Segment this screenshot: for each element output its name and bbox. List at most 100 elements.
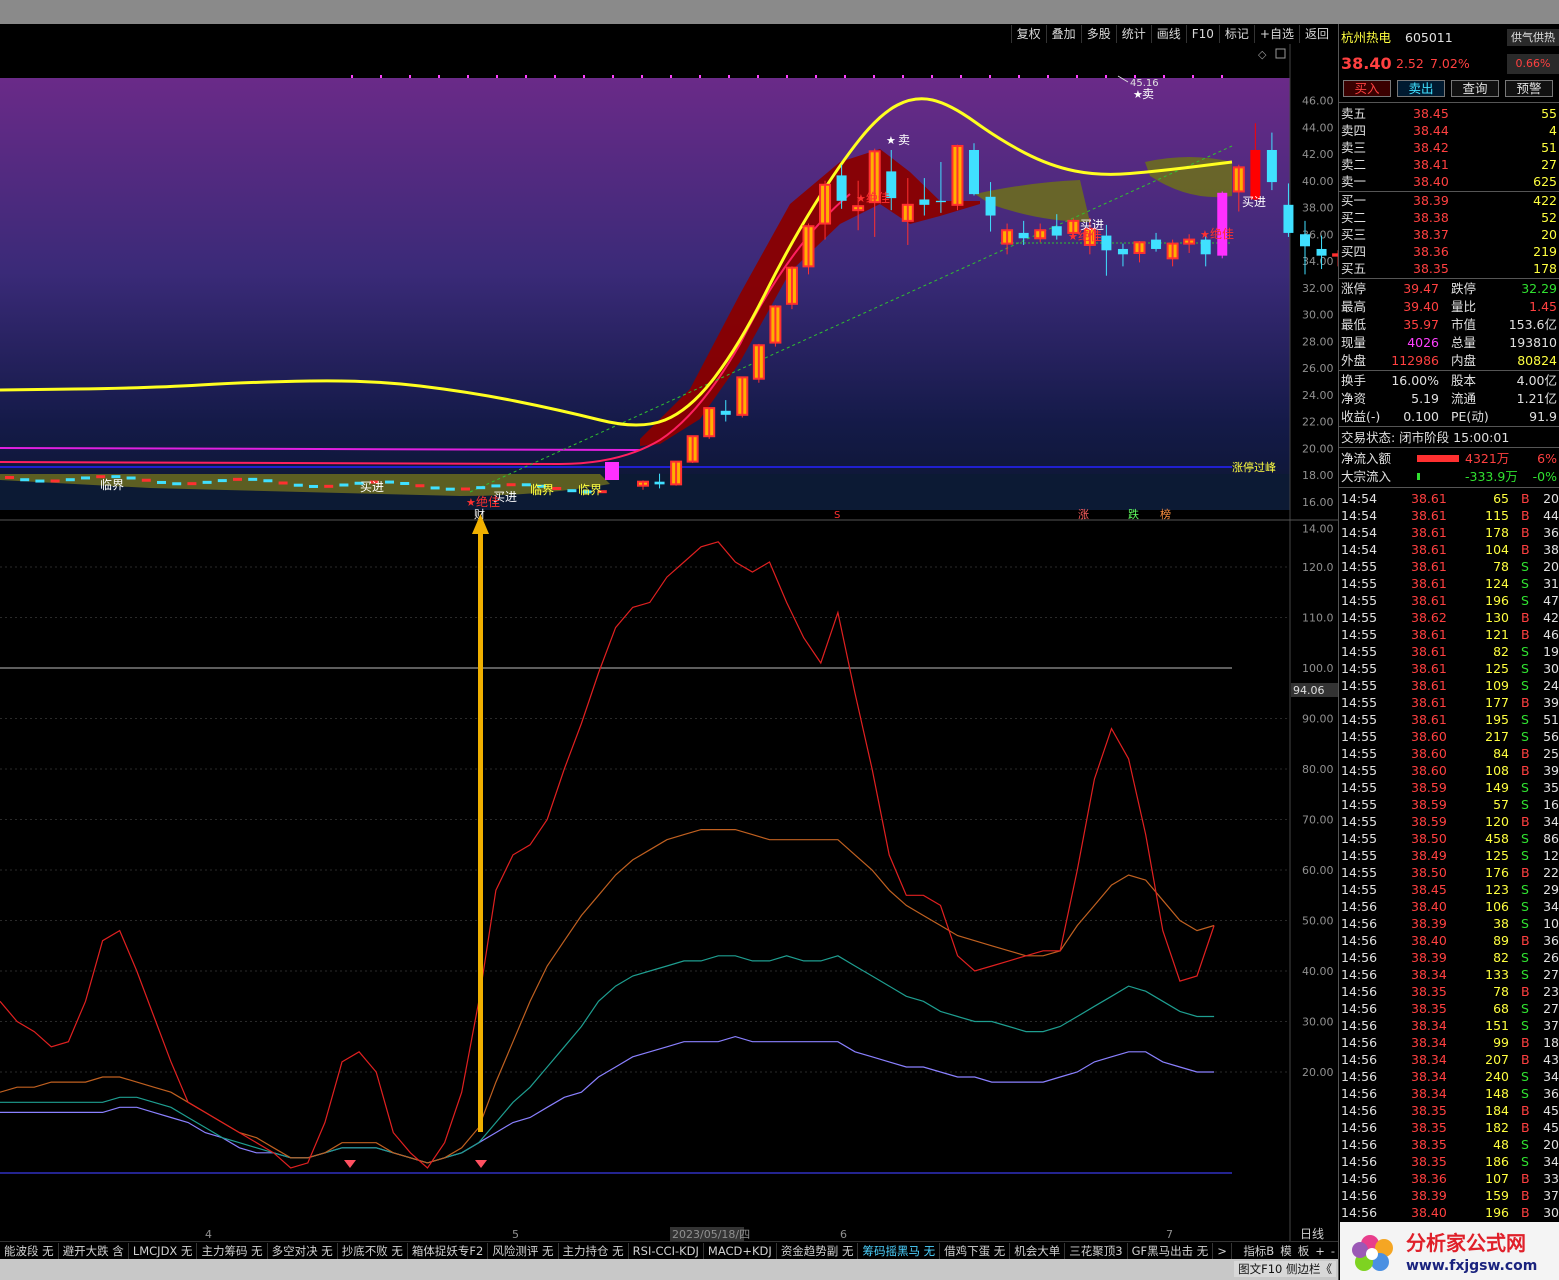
blockflow-bar [1417, 473, 1420, 480]
candle[interactable] [736, 376, 749, 418]
toolbar-btn-8[interactable]: 返回 [1298, 25, 1334, 43]
price-tick: 44.00 [1302, 121, 1334, 134]
tab-right-0[interactable]: 指标B [1240, 1243, 1277, 1259]
indicator-tab-12[interactable]: 筹码摇黑马 无 [858, 1242, 941, 1259]
tabs-more-icon[interactable]: > [1213, 1242, 1232, 1259]
candle[interactable] [703, 407, 716, 439]
toolbar-btn-3[interactable]: 统计 [1115, 25, 1151, 43]
candle[interactable] [5, 476, 14, 479]
toolbar-btn-0[interactable]: 复权 [1010, 25, 1046, 43]
period-label[interactable]: 日线 [1300, 1227, 1324, 1241]
ask-row-4: 卖一 38.40 625 [1341, 174, 1557, 189]
candle[interactable] [969, 143, 979, 196]
toolbar-btn-2[interactable]: 多股 [1080, 25, 1116, 43]
stock-header: 杭州热电 605011 供气供热 [1339, 29, 1559, 46]
indicator-tab-13[interactable]: 借鸡下蛋 无 [940, 1242, 1011, 1259]
candle[interactable] [476, 486, 486, 490]
indicator-tab-11[interactable]: 资金趋势副 无 [777, 1242, 859, 1259]
chart-area[interactable]: ◇ 46.00 44.00 42.00 40.00 38.00 36.00 34.00 32.0… [0, 44, 1338, 1244]
indicator-tab-10[interactable]: MACD+KDJ [704, 1242, 777, 1259]
candle[interactable] [309, 484, 318, 488]
candle[interactable] [50, 479, 60, 483]
candle[interactable] [293, 483, 303, 487]
candle[interactable] [802, 223, 815, 275]
indicator-tab-5[interactable]: 抄底不败 无 [338, 1242, 408, 1259]
candle[interactable] [400, 481, 410, 485]
ind-tick: 40.00 [1302, 965, 1334, 978]
candle[interactable] [567, 489, 577, 493]
indicator-tab-7[interactable]: 风险测评 无 [488, 1242, 559, 1259]
toolbar-btn-7[interactable]: +自选 [1253, 25, 1299, 43]
candle[interactable] [126, 476, 136, 480]
ind-tick: 110.0 [1302, 612, 1334, 625]
candle[interactable] [233, 477, 242, 481]
candle[interactable] [20, 478, 30, 482]
indicator-tab-0[interactable]: 能波段 无 [0, 1242, 59, 1259]
diamond-icon[interactable]: ◇ [1258, 48, 1267, 61]
indicator-tab-16[interactable]: GF黑马出击 无 [1128, 1242, 1214, 1259]
indicator-tab-4[interactable]: 多空对决 无 [268, 1242, 338, 1259]
candle[interactable] [35, 479, 45, 483]
action-3[interactable]: 预警 [1505, 80, 1553, 97]
candle[interactable] [445, 487, 455, 491]
candle[interactable] [157, 480, 166, 484]
candle[interactable] [81, 476, 90, 480]
candle[interactable] [65, 478, 75, 482]
indicator-tab-3[interactable]: 主力筹码 无 [197, 1242, 268, 1259]
signal-critical: 临界 [100, 478, 124, 492]
candle[interactable] [217, 479, 227, 483]
candle[interactable] [187, 482, 197, 486]
indicator-tab-15[interactable]: 三花聚顶3 [1065, 1242, 1128, 1259]
candle[interactable] [670, 460, 683, 486]
tab-right-4[interactable]: - [1328, 1244, 1338, 1258]
star-icon: ★ [1200, 228, 1210, 241]
indicator-tab-1[interactable]: 避开大跌 含 [59, 1242, 129, 1259]
ask-row-1: 卖四 38.44 4 [1341, 123, 1557, 138]
top-marker [902, 75, 904, 78]
action-2[interactable]: 查询 [1451, 80, 1499, 97]
restore-icon[interactable] [1275, 48, 1286, 59]
f10-sidebar-button[interactable]: 图文F10 侧边栏《 [1234, 1261, 1336, 1277]
candle[interactable] [248, 477, 258, 481]
candle[interactable] [415, 484, 425, 488]
candle[interactable] [605, 462, 619, 480]
indicator-tab-6[interactable]: 箱体捉妖专F2 [408, 1242, 489, 1259]
candle[interactable] [461, 487, 470, 491]
indicator-tab-8[interactable]: 主力持仓 无 [559, 1242, 629, 1259]
candle[interactable] [278, 481, 288, 485]
price-tick: 46.00 [1302, 95, 1334, 108]
tab-right-3[interactable]: + [1312, 1244, 1328, 1258]
candle[interactable] [769, 305, 782, 347]
candle[interactable] [951, 144, 964, 211]
tick-row-34: 14:56 38.34 240 S 34 [1341, 1069, 1559, 1084]
candle[interactable] [263, 479, 273, 483]
candle[interactable] [430, 486, 440, 490]
candle[interactable] [202, 480, 212, 484]
indicator-tab-2[interactable]: LMCJDX 无 [129, 1242, 198, 1259]
toolbar-btn-4[interactable]: 画线 [1150, 25, 1186, 43]
tab-right-2[interactable]: 板 [1295, 1243, 1313, 1259]
candle[interactable] [506, 483, 516, 487]
candle[interactable] [141, 478, 151, 482]
toolbar-btn-6[interactable]: 标记 [1218, 25, 1254, 43]
indicator-tab-14[interactable]: 机会大单 [1010, 1242, 1066, 1259]
candle[interactable] [686, 435, 699, 463]
candle[interactable] [491, 484, 501, 488]
candle[interactable] [385, 480, 394, 484]
tab-right-1[interactable]: 模 [1277, 1243, 1295, 1259]
candle[interactable] [339, 483, 349, 487]
price-change: 2.52 [1396, 56, 1424, 71]
action-0[interactable]: 买入 [1343, 80, 1391, 97]
indicator-tab-9[interactable]: RSI-CCI-KDJ [629, 1242, 704, 1259]
candle[interactable] [752, 343, 765, 383]
candle[interactable] [324, 484, 334, 488]
kline-chart[interactable]: ◇46.0044.0042.0040.0038.0036.0034.0032.0… [0, 44, 1338, 1244]
toolbar-btn-1[interactable]: 叠加 [1045, 25, 1081, 43]
toolbar-btn-5[interactable]: F10 [1185, 25, 1219, 43]
candle[interactable] [1217, 191, 1228, 259]
ask-row-3: 卖二 38.41 27 [1341, 157, 1557, 172]
action-1[interactable]: 卖出 [1397, 80, 1445, 97]
candle[interactable] [172, 482, 182, 486]
buy-arrow [478, 532, 483, 1132]
candle[interactable] [785, 266, 798, 310]
